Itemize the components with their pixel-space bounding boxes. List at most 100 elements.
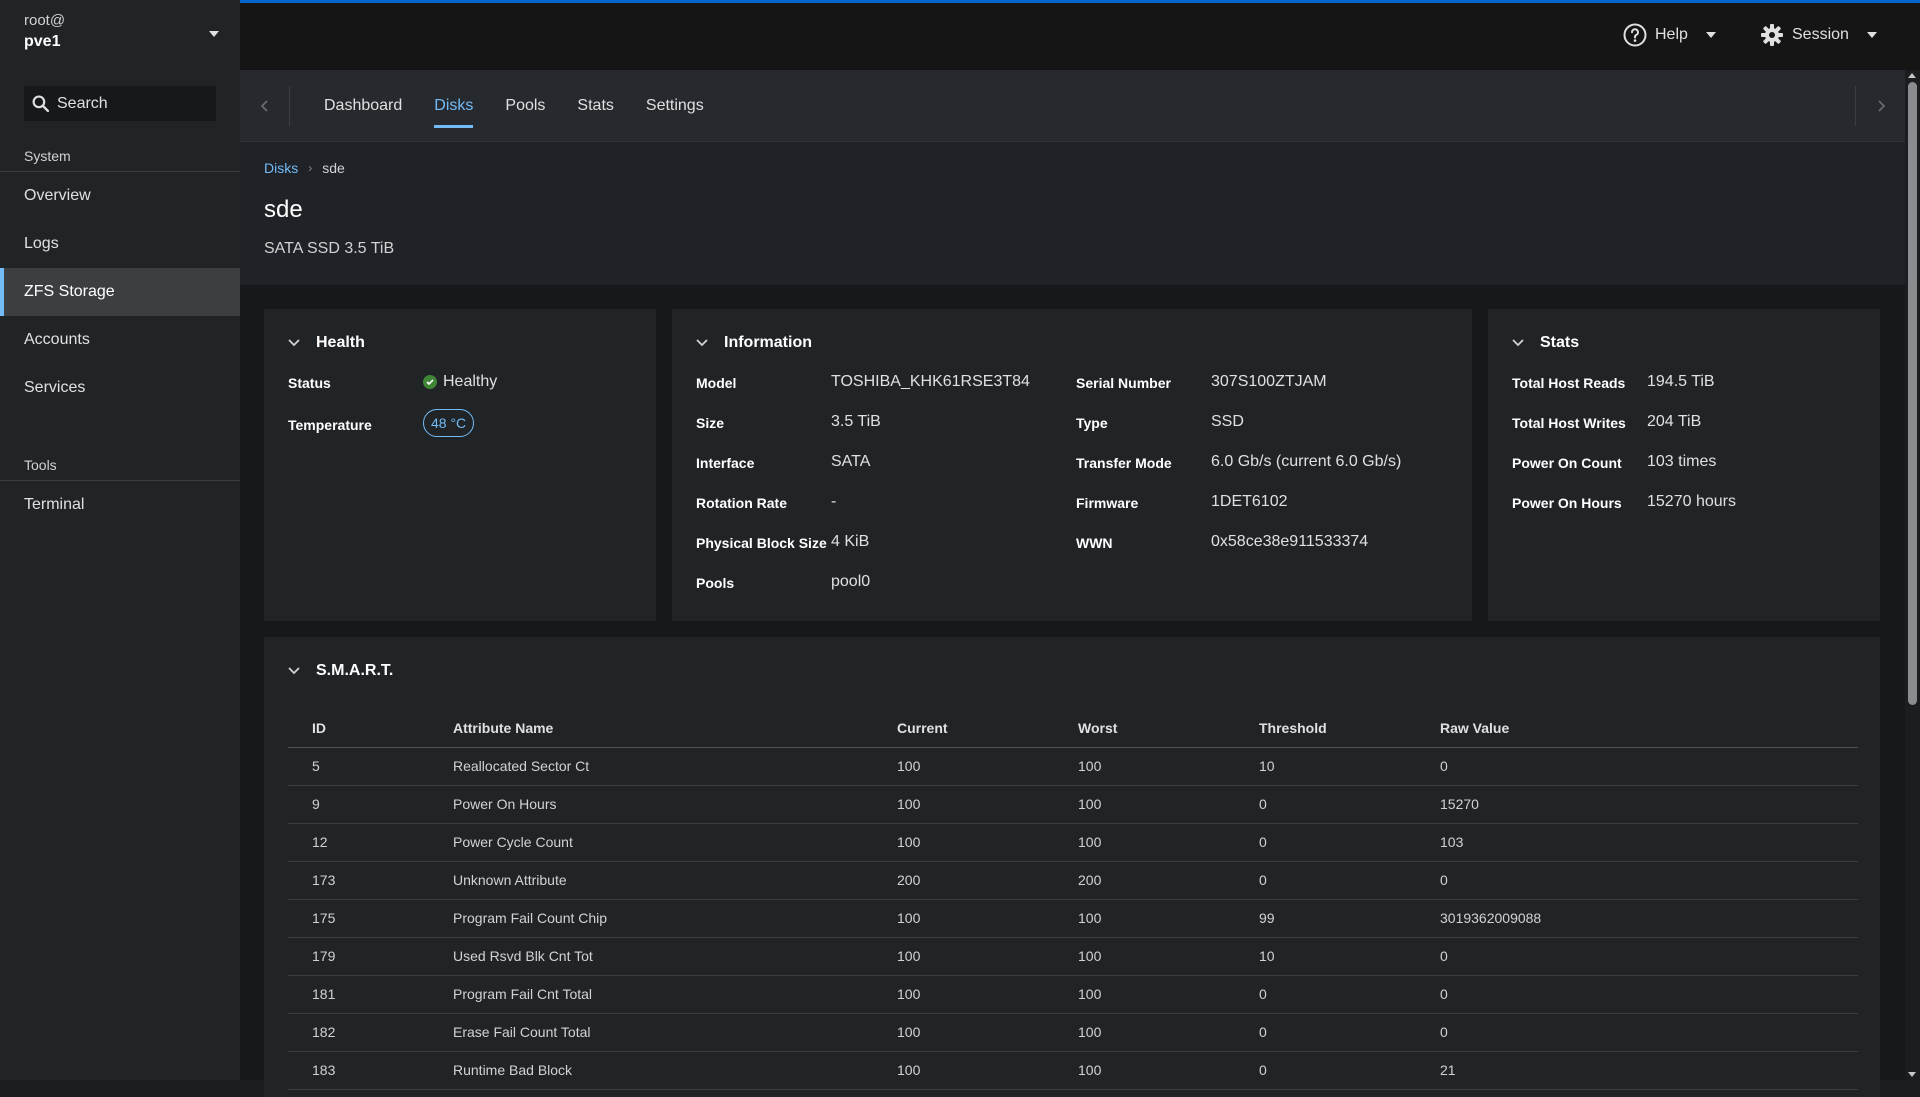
table-cell: 100 (897, 823, 1078, 862)
smart-card-toggle[interactable]: S.M.A.R.T. (288, 662, 393, 680)
info-row: Transfer Mode 6.0 Gb/s (current 6.0 Gb/s) (1076, 453, 1401, 471)
host-user: root@ (24, 12, 66, 29)
smart-table: ID Attribute Name Current Worst Threshol… (288, 709, 1858, 1090)
sidebar-item-zfs-storage[interactable]: ZFS Storage (0, 268, 240, 316)
sidebar-item-accounts[interactable]: Accounts (0, 316, 240, 364)
scroll-down-icon[interactable] (1908, 1072, 1916, 1077)
column-header: ID (288, 709, 453, 748)
table-row: 183 Runtime Bad Block 100 100 0 21 (288, 1051, 1858, 1090)
table-cell: Runtime Bad Block (453, 1051, 897, 1090)
info-label: Serial Number (1076, 375, 1171, 391)
info-value: - (831, 493, 837, 510)
info-value: 4 KiB (831, 533, 870, 550)
info-row: Serial Number 307S100ZTJAM (1076, 373, 1327, 391)
tab-settings[interactable]: Settings (630, 70, 720, 142)
health-card-toggle[interactable]: Health (288, 334, 365, 352)
info-row: Size 3.5 TiB (696, 413, 881, 431)
nav-group-tools: Tools Terminal (0, 450, 240, 529)
info-row: Rotation Rate - (696, 493, 836, 511)
table-cell: 100 (897, 975, 1078, 1014)
table-cell: 100 (1078, 785, 1259, 824)
stats-label: Power On Hours (1512, 495, 1622, 511)
check-circle-icon (423, 375, 437, 389)
table-row: 175 Program Fail Count Chip 100 100 99 301936… (288, 899, 1858, 938)
info-value: 307S100ZTJAM (1211, 373, 1327, 390)
stats-value: 103 times (1647, 453, 1717, 470)
table-row: 9 Power On Hours 100 100 0 15270 (288, 785, 1858, 824)
tab-bar: Dashboard Disks Pools Stats Settings (240, 70, 1905, 142)
information-card-toggle[interactable]: Information (696, 334, 812, 352)
table-cell: Erase Fail Count Total (453, 1013, 897, 1052)
search-label: Search (57, 94, 108, 112)
table-cell: 179 (288, 937, 453, 976)
scroll-up-icon[interactable] (1908, 73, 1916, 78)
breadcrumb-current: sde (322, 160, 345, 176)
health-status-row: Status Healthy (288, 373, 497, 391)
search-input[interactable]: Search (24, 86, 216, 121)
info-label: Transfer Mode (1076, 455, 1172, 471)
tabs-scroll-left-button[interactable] (240, 86, 290, 126)
stats-value: 194.5 TiB (1647, 373, 1715, 390)
table-cell: 10 (1259, 937, 1440, 976)
table-cell: 200 (897, 861, 1078, 900)
tab-stats[interactable]: Stats (561, 70, 629, 142)
help-menu-button[interactable]: Help (1623, 23, 1716, 47)
tab-pools[interactable]: Pools (489, 70, 561, 142)
caret-down-icon (1866, 32, 1877, 38)
sidebar-item-logs[interactable]: Logs (0, 220, 240, 268)
table-cell: 5 (288, 747, 453, 786)
info-label: Rotation Rate (696, 495, 787, 511)
table-cell: 100 (1078, 1013, 1259, 1052)
table-cell: 182 (288, 1013, 453, 1052)
info-label: WWN (1076, 535, 1113, 551)
stats-card-toggle[interactable]: Stats (1512, 334, 1579, 352)
breadcrumb-link-disks[interactable]: Disks (264, 160, 298, 176)
table-cell: 183 (288, 1051, 453, 1090)
sidebar-item-terminal[interactable]: Terminal (0, 481, 240, 529)
caret-down-icon (209, 31, 219, 37)
tab-disks[interactable]: Disks (418, 70, 489, 142)
main-content: Health Status Healthy Temperature 48 °C (240, 285, 1905, 1097)
host-switcher[interactable]: root@ pve1 (24, 12, 224, 62)
page-scrollbar[interactable] (1905, 70, 1920, 1080)
temperature-label: Temperature (288, 417, 372, 433)
information-card: Information Model TOSHIBA_KHK61RSE3T84 Si… (672, 309, 1472, 621)
stats-label: Total Host Reads (1512, 375, 1626, 391)
table-cell: 100 (897, 785, 1078, 824)
info-value: 6.0 Gb/s (current 6.0 Gb/s) (1211, 453, 1402, 470)
table-row: 179 Used Rsvd Blk Cnt Tot 100 100 10 0 (288, 937, 1858, 976)
info-row: Interface SATA (696, 453, 870, 471)
stats-card: Stats Total Host Reads 194.5 TiB Total Ho… (1488, 309, 1880, 621)
info-label: Pools (696, 575, 735, 591)
breadcrumb: Disks › sde (264, 160, 345, 176)
chevron-right-icon (1877, 100, 1885, 112)
chevron-right-icon: › (308, 161, 313, 175)
table-cell: 0 (1440, 937, 1858, 976)
sidebar-item-services[interactable]: Services (0, 364, 240, 412)
stats-card-title: Stats (1540, 334, 1580, 351)
session-label: Session (1792, 26, 1849, 43)
info-row: Pools pool0 (696, 573, 870, 591)
status-text: Healthy (443, 373, 498, 390)
info-label: Size (696, 415, 725, 431)
stats-value: 204 TiB (1647, 413, 1702, 430)
sidebar-item-overview[interactable]: Overview (0, 172, 240, 220)
info-row: Firmware 1DET6102 (1076, 493, 1288, 511)
column-header: Worst (1078, 709, 1259, 748)
stats-label: Total Host Writes (1512, 415, 1626, 431)
chevron-left-icon (260, 100, 268, 112)
tab-dashboard[interactable]: Dashboard (308, 70, 418, 142)
status-label: Status (288, 375, 331, 391)
pool-link[interactable]: pool0 (831, 573, 870, 591)
table-cell: 0 (1259, 785, 1440, 824)
temperature-value: 48 °C (423, 409, 475, 437)
page-title: sde (264, 196, 303, 223)
table-cell: 0 (1440, 747, 1858, 786)
gear-icon (1761, 24, 1783, 46)
session-menu-button[interactable]: Session (1760, 23, 1877, 47)
stats-row: Total Host Writes 204 TiB (1512, 413, 1701, 431)
table-cell: Program Fail Count Chip (453, 899, 897, 938)
scrollbar-thumb[interactable] (1908, 82, 1917, 705)
tabs-scroll-right-button[interactable] (1855, 86, 1905, 126)
table-cell: 0 (1259, 1051, 1440, 1090)
